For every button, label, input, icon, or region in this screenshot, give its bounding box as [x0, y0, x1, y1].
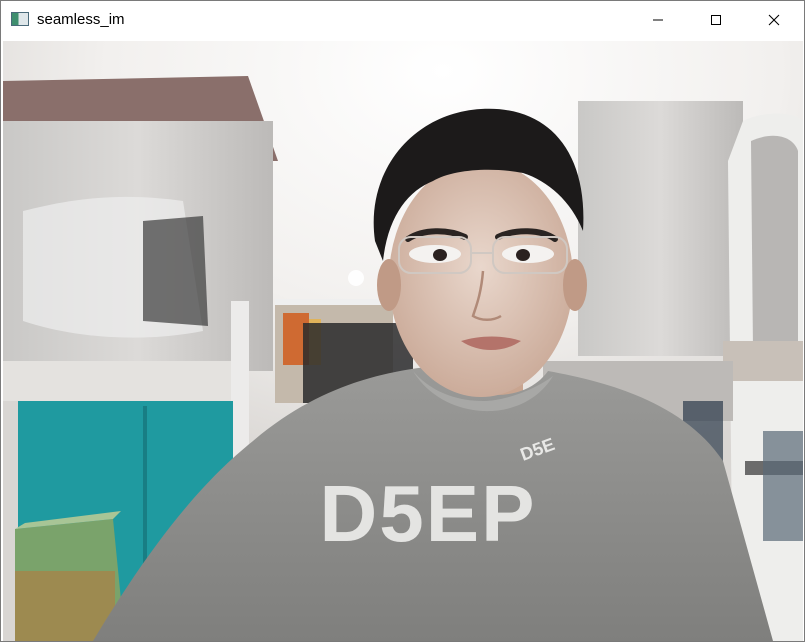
minimize-button[interactable] [629, 1, 687, 39]
app-icon [11, 12, 29, 26]
title-bar[interactable]: seamless_im [1, 1, 804, 39]
image-viewport: D5EP D5E [3, 41, 803, 641]
camera-image: D5EP D5E [3, 41, 803, 641]
maximize-button[interactable] [687, 1, 745, 39]
curtain-dark-print [143, 216, 208, 326]
close-icon [768, 14, 780, 26]
left-shelf [3, 361, 248, 401]
app-window: seamless_im D5EP D5E [0, 0, 805, 642]
minimize-icon [653, 19, 663, 21]
shirt-print: D5EP [320, 469, 537, 558]
close-button[interactable] [745, 1, 803, 39]
maximize-icon [711, 15, 721, 25]
right-curtain [578, 101, 743, 356]
window-title: seamless_im [37, 11, 125, 28]
